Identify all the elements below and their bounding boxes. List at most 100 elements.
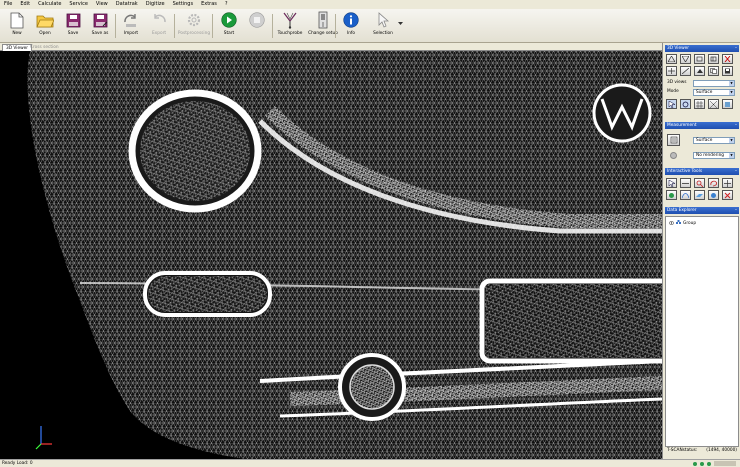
add-point-tool-button[interactable] — [666, 190, 677, 200]
chevron-down-icon: ▼ — [729, 81, 734, 86]
wireframe-mode-button[interactable] — [708, 99, 719, 109]
import-icon — [122, 10, 140, 30]
view-front-button[interactable] — [666, 54, 677, 64]
mode-select[interactable]: Surface ▼ — [693, 89, 735, 96]
gear-icon — [185, 10, 203, 30]
measurement-icon-button[interactable] — [667, 134, 680, 146]
toolbar-separator — [272, 14, 273, 38]
selection-button[interactable]: Selection — [368, 10, 398, 41]
line-tool-button[interactable] — [680, 178, 691, 188]
fog-lamp-lens — [349, 364, 395, 410]
viewer-panel-header[interactable]: 3D Viewer – — [665, 45, 739, 52]
view-left-button[interactable] — [694, 54, 705, 64]
rendering-select[interactable]: No rendering ▼ — [693, 152, 735, 159]
menu-extras[interactable]: Extras — [201, 0, 217, 9]
select-mode-button[interactable] — [666, 99, 677, 109]
3d-viewport[interactable] — [0, 51, 662, 459]
new-button[interactable]: New — [3, 10, 31, 41]
curve-tool-button[interactable] — [680, 190, 691, 200]
view-bottom-button[interactable] — [680, 66, 691, 76]
stop-button[interactable] — [243, 10, 271, 41]
grid-mode-button[interactable] — [694, 99, 705, 109]
menu-file[interactable]: File — [4, 0, 12, 9]
vw-emblem — [592, 83, 652, 143]
menu-service[interactable]: Service — [69, 0, 87, 9]
collapse-icon: – — [734, 169, 737, 174]
menu-calculate[interactable]: Calculate — [38, 0, 61, 9]
close-view-button[interactable] — [722, 54, 733, 64]
rotate-mode-button[interactable] — [680, 99, 691, 109]
view-back-button[interactable] — [680, 54, 691, 64]
menu-digitize[interactable]: Digitize — [146, 0, 165, 9]
status-indicator-icon — [670, 152, 677, 159]
view-tab-strip: 3D Viewer Cross section — [0, 43, 662, 51]
zoom-tool-button[interactable] — [694, 178, 705, 188]
pan-tool-button[interactable] — [722, 178, 733, 188]
collapse-icon: – — [734, 46, 737, 51]
save-view-button[interactable] — [722, 66, 733, 76]
menu-view[interactable]: View — [96, 0, 108, 9]
3d-views-select[interactable]: ▼ — [693, 80, 735, 87]
sphere-tool-button[interactable] — [708, 190, 719, 200]
license-plate-mesh — [485, 284, 662, 358]
pointer-tool-button[interactable] — [666, 178, 677, 188]
selection-cursor-icon — [374, 10, 392, 30]
status-meter — [714, 461, 736, 466]
delete-tool-button[interactable] — [722, 190, 733, 200]
status-tray — [693, 461, 736, 466]
scanner-status-label: T-SCANstatus: — [667, 448, 698, 453]
save-as-button[interactable]: Save as — [86, 10, 114, 41]
stop-icon — [248, 10, 266, 30]
scanner-status-value: (1494, 40000) — [706, 448, 737, 453]
chevron-down-icon[interactable] — [398, 22, 403, 28]
info-icon — [342, 10, 360, 30]
copy-view-button[interactable] — [708, 66, 719, 76]
shaded-mode-button[interactable] — [722, 99, 733, 109]
interactive-tools-header[interactable]: Interactive Tools – — [665, 168, 739, 175]
chevron-down-icon: ▼ — [729, 90, 734, 95]
eye-icon[interactable] — [668, 220, 675, 227]
status-ok-icon — [707, 461, 711, 466]
start-button[interactable]: Start — [215, 10, 243, 41]
chevron-down-icon: ▼ — [729, 153, 734, 158]
save-as-icon — [91, 10, 109, 30]
view-right-button[interactable] — [708, 54, 719, 64]
play-icon — [220, 10, 238, 30]
menu-settings[interactable]: Settings — [173, 0, 194, 9]
3d-views-label: 3D views — [667, 80, 687, 85]
measurement-type-select[interactable]: Surface ▼ — [693, 137, 735, 144]
status-ok-icon — [693, 461, 697, 466]
menu-edit[interactable]: Edit — [20, 0, 30, 9]
toolbar-separator — [335, 14, 336, 38]
postprocessing-button[interactable]: Postprocessing — [178, 10, 210, 41]
menu-help[interactable]: ? — [225, 0, 228, 9]
save-button[interactable]: Save — [59, 10, 87, 41]
save-icon — [64, 10, 82, 30]
measurement-panel-header[interactable]: Measurement – — [665, 122, 739, 129]
menu-bar: File Edit Calculate Service View Datatra… — [0, 0, 740, 9]
headlight-mesh — [140, 101, 250, 201]
info-button[interactable]: Info — [337, 10, 365, 41]
status-text: Ready Load: 0 — [2, 461, 33, 466]
open-button[interactable]: Open — [31, 10, 59, 41]
toolbar-separator — [174, 14, 175, 38]
view-top-button[interactable] — [666, 66, 677, 76]
toolbar-separator — [212, 14, 213, 38]
plane-tool-button[interactable] — [694, 190, 705, 200]
data-explorer-tree: Group — [665, 216, 739, 447]
data-explorer-header[interactable]: Data Explorer – — [665, 207, 739, 214]
tree-item-group[interactable]: Group — [668, 220, 696, 227]
export-button[interactable]: Export — [145, 10, 173, 41]
status-ok-icon — [700, 461, 704, 466]
touchprobe-button[interactable]: Touchprobe — [274, 10, 306, 41]
view-iso-button[interactable] — [694, 66, 705, 76]
tab-cross-section[interactable]: Cross section — [27, 44, 62, 51]
import-button[interactable]: Import — [117, 10, 145, 41]
group-icon — [676, 220, 681, 227]
menu-datatrak[interactable]: Datatrak — [116, 0, 138, 9]
mode-label: Mode — [667, 89, 679, 94]
collapse-icon: – — [734, 123, 737, 128]
main-toolbar: New Open Save Save as Import Export Post… — [0, 9, 740, 43]
status-bar: Ready Load: 0 — [0, 459, 740, 467]
lasso-tool-button[interactable] — [708, 178, 719, 188]
